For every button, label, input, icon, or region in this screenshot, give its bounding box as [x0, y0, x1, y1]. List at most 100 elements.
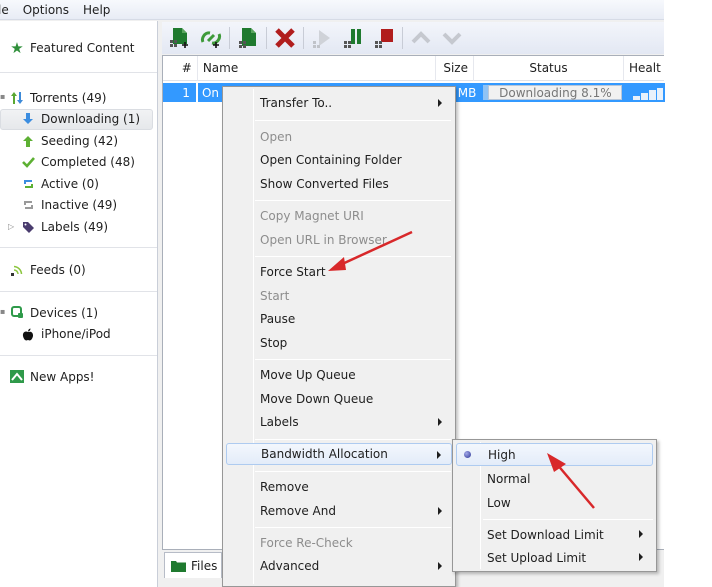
menu-item-label: Open Containing Folder [260, 153, 402, 167]
submenu-arrow-icon [437, 451, 441, 459]
menu-item-labels[interactable]: Labels [226, 411, 452, 433]
sidebar-item-downloading[interactable]: Downloading (1) [0, 108, 153, 130]
tab-label: Files [191, 558, 218, 573]
menu-options[interactable]: Options [16, 3, 76, 17]
menu-item-remove-and[interactable]: Remove And [226, 500, 452, 522]
sidebar-featured-section: ★ Featured Content [0, 21, 157, 73]
sidebar-item-torrents[interactable]: ▪ Torrents (49) [0, 87, 157, 109]
devices-icon [10, 306, 24, 320]
submenu-arrow-icon [438, 99, 442, 107]
sidebar-item-active[interactable]: Active (0) [0, 173, 157, 195]
menu-item-open-containing-folder[interactable]: Open Containing Folder [226, 149, 452, 171]
column-header-status[interactable]: Status [474, 55, 624, 81]
sidebar-item-new-apps[interactable]: New Apps! [0, 366, 157, 388]
sidebar: ★ Featured Content ▪ Torrents (49) Downl… [0, 21, 158, 587]
menu-help[interactable]: Help [76, 3, 117, 17]
label-tag-icon [21, 220, 35, 234]
sidebar-item-featured-content[interactable]: ★ Featured Content [0, 37, 157, 59]
menu-item-stop[interactable]: Stop [226, 332, 452, 354]
expander-icon[interactable]: ▪ [0, 92, 5, 101]
sidebar-item-label: Active (0) [41, 176, 99, 191]
sidebar-apps-section: New Apps! [0, 356, 157, 396]
menu-item-label: Stop [260, 336, 288, 350]
submenu-arrow-icon [639, 553, 643, 561]
sidebar-item-iphone-ipod[interactable]: iPhone/iPod [0, 324, 157, 346]
submenu-item-normal[interactable]: Normal [456, 467, 653, 490]
start-button[interactable] [308, 24, 336, 52]
toolbar-separator [402, 27, 403, 49]
create-torrent-button[interactable] [234, 24, 262, 52]
menu-item-move-up-queue[interactable]: Move Up Queue [226, 364, 452, 386]
sidebar-item-labels[interactable]: ▷ Labels (49) [0, 216, 157, 238]
add-url-link-icon [201, 31, 221, 48]
folder-icon [171, 560, 186, 572]
create-torrent-icon [239, 28, 256, 48]
active-arrows-icon [21, 177, 35, 191]
sidebar-item-seeding[interactable]: Seeding (42) [0, 130, 157, 152]
checkmark-icon [21, 155, 35, 169]
menu-separator [255, 439, 451, 440]
sidebar-feeds-section: Feeds (0) [0, 248, 157, 292]
sidebar-item-inactive[interactable]: Inactive (49) [0, 195, 157, 217]
column-header-health[interactable]: Healt [624, 56, 664, 81]
menu-item-move-down-queue[interactable]: Move Down Queue [226, 388, 452, 410]
sidebar-item-devices[interactable]: ▪ Devices (1) [0, 302, 157, 324]
submenu-item-high[interactable]: High [456, 443, 653, 466]
toolbar-separator [266, 27, 267, 49]
menu-item-pause[interactable]: Pause [226, 308, 452, 330]
menu-item-open[interactable]: Open [226, 126, 452, 148]
menu-item-show-converted-files[interactable]: Show Converted Files [226, 173, 452, 195]
move-down-queue-button[interactable] [438, 24, 466, 52]
menu-item-label: Open [260, 130, 293, 144]
submenu-item-set-download-limit[interactable]: Set Download Limit [456, 523, 653, 546]
menu-item-advanced[interactable]: Advanced [226, 555, 452, 577]
menu-item-label: Move Down Queue [260, 392, 374, 406]
toolbar-separator [229, 27, 230, 49]
menu-item-start[interactable]: Start [226, 285, 452, 307]
add-torrent-button[interactable] [166, 24, 194, 52]
expander-triangle-icon[interactable]: ▷ [8, 222, 14, 231]
menu-item-transfer-to[interactable]: Transfer To.. [226, 92, 452, 114]
menu-item-label: Low [487, 495, 511, 510]
menu-item-copy-magnet-uri[interactable]: Copy Magnet URI [226, 205, 452, 227]
table-header: # Name Size Status Healt [163, 55, 664, 81]
submenu-item-set-upload-limit[interactable]: Set Upload Limit [456, 546, 653, 569]
column-header-size[interactable]: Size [436, 55, 474, 81]
column-header-name[interactable]: Name [198, 55, 437, 81]
expander-icon[interactable]: ▪ [0, 307, 5, 316]
submenu-item-low[interactable]: Low [456, 491, 653, 514]
inactive-arrows-icon [21, 198, 35, 212]
menu-item-label: Set Upload Limit [487, 550, 587, 565]
remove-torrent-button[interactable] [271, 24, 299, 52]
stop-square-icon [375, 29, 393, 48]
row-status: Downloading 8.1% [479, 83, 630, 102]
sidebar-item-label: New Apps! [30, 369, 95, 384]
menu-item-remove[interactable]: Remove [226, 476, 452, 498]
stop-button[interactable] [370, 24, 398, 52]
row-number: 1 [163, 83, 196, 102]
submenu-arrow-icon [438, 507, 442, 515]
menu-item-label: Show Converted Files [260, 177, 389, 191]
column-header-number[interactable]: # [163, 55, 198, 81]
menu-item-open-url-in-browser[interactable]: Open URL in Browser [226, 229, 452, 251]
menu-item-bandwidth-allocation[interactable]: Bandwidth Allocation [226, 443, 452, 465]
status-progress-bar: Downloading 8.1% [488, 85, 623, 100]
chevron-up-icon [411, 31, 431, 44]
add-url-button[interactable] [197, 24, 225, 52]
menu-file[interactable]: le [0, 3, 16, 17]
apple-icon [21, 327, 35, 341]
pause-button[interactable] [339, 24, 367, 52]
menu-separator [255, 256, 451, 257]
sidebar-item-label: Labels (49) [41, 219, 109, 234]
sidebar-item-completed[interactable]: Completed (48) [0, 152, 157, 174]
sidebar-item-label: Seeding (42) [41, 133, 119, 148]
bandwidth-allocation-submenu: High Normal Low Set Download Limit Set U… [452, 439, 657, 572]
sidebar-item-feeds[interactable]: Feeds (0) [0, 259, 157, 281]
sidebar-item-label: Completed (48) [41, 155, 135, 170]
menu-item-force-re-check[interactable]: Force Re-Check [226, 532, 452, 554]
move-up-queue-button[interactable] [407, 24, 435, 52]
menu-item-label: Set Download Limit [487, 527, 604, 542]
tab-files[interactable]: Files [164, 552, 222, 578]
menu-item-force-start[interactable]: Force Start [226, 261, 452, 283]
submenu-arrow-icon [438, 562, 442, 570]
